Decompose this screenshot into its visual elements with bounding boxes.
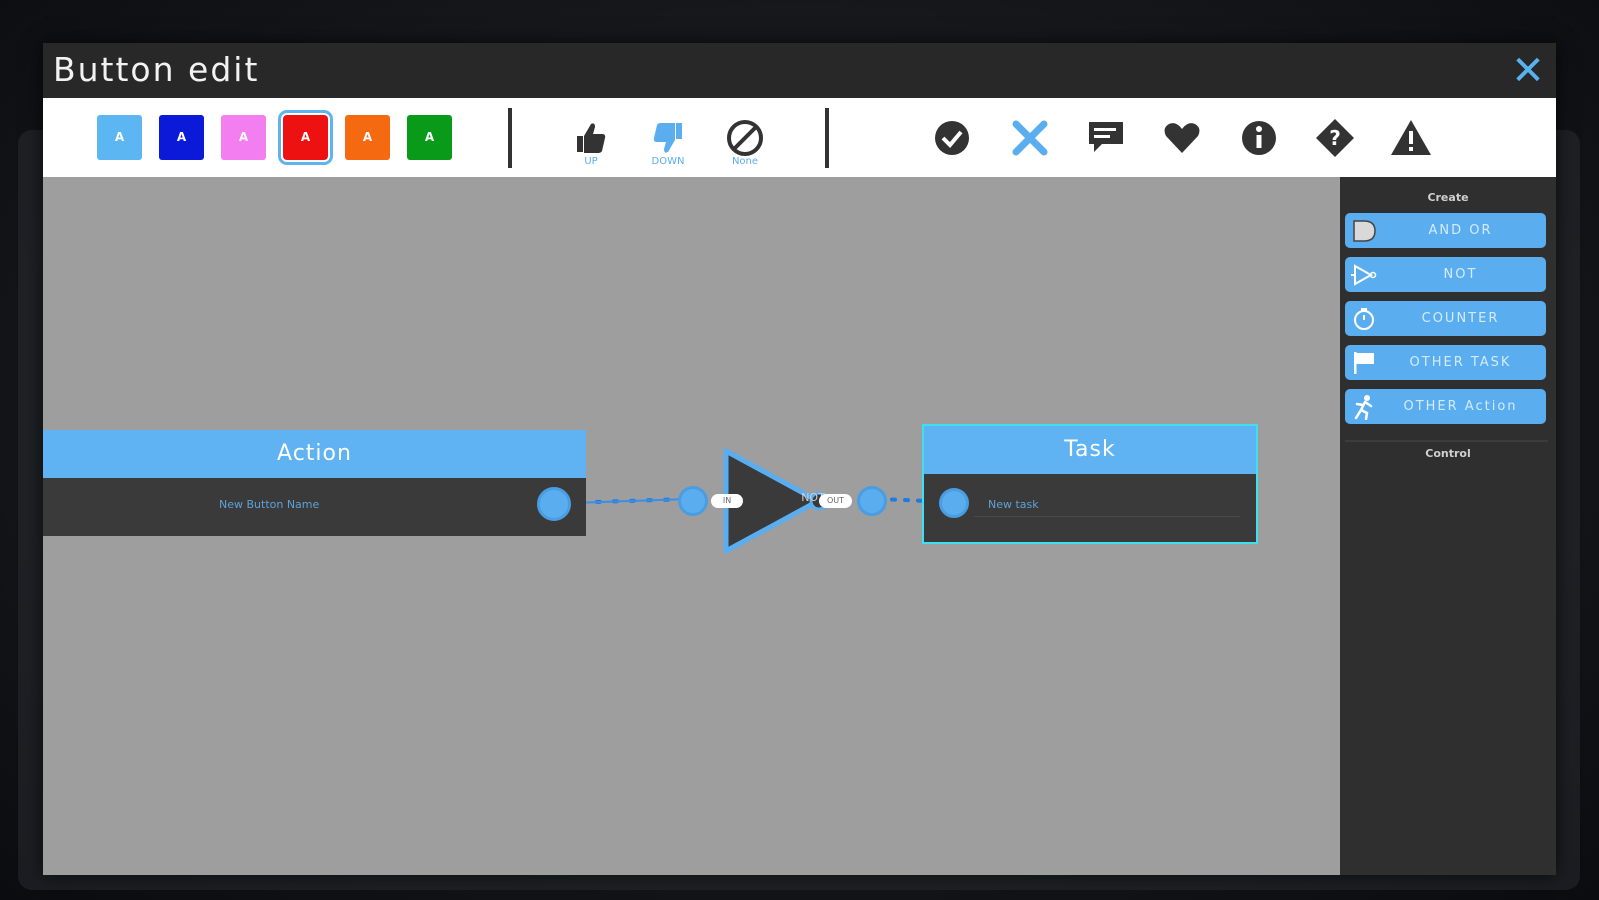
and-or-label: AND OR <box>1428 223 1493 238</box>
thumbs-up-icon <box>577 123 606 153</box>
svg-text:?: ? <box>1329 126 1341 150</box>
create-sidebar: Create AND OR NOT COUNTER OTHER TASK OTH… <box>1340 177 1556 875</box>
not-out-pin-label: OUT <box>819 494 852 508</box>
thumbs-up-button[interactable] <box>569 116 613 160</box>
task-input-port[interactable] <box>939 488 969 518</box>
task-node-field[interactable]: New task <box>988 498 1039 511</box>
color-swatch-blue[interactable]: A <box>159 115 204 160</box>
warning-icon <box>1391 120 1431 155</box>
node-canvas[interactable]: Action New Button Name NOT IN OUT Task N… <box>43 177 1340 875</box>
thumbs-up-caption: UP <box>584 156 598 167</box>
none-icon <box>727 120 763 156</box>
create-and-or-button[interactable]: AND OR <box>1345 213 1546 248</box>
thumbs-down-icon <box>653 123 682 153</box>
control-heading: Control <box>1425 447 1471 460</box>
not-label: NOT <box>1443 267 1478 282</box>
task-node[interactable]: Task New task <box>924 426 1256 542</box>
heart-button[interactable] <box>1160 116 1204 160</box>
toolbar-separator <box>825 108 829 168</box>
running-figure-icon <box>1354 395 1373 420</box>
create-heading: Create <box>1427 191 1469 204</box>
thumbs-down-caption: DOWN <box>651 156 685 167</box>
warning-button[interactable] <box>1389 116 1433 160</box>
action-output-port[interactable] <box>537 487 571 521</box>
question-button[interactable]: ? <box>1313 116 1357 160</box>
task-node-title: Task <box>924 426 1256 474</box>
task-field-underline <box>974 516 1240 517</box>
create-not-button[interactable]: NOT <box>1345 257 1546 292</box>
close-button[interactable]: ✕ <box>1508 51 1548 91</box>
comment-button[interactable] <box>1084 116 1128 160</box>
info-icon <box>1242 121 1276 155</box>
create-other-task-button[interactable]: OTHER TASK <box>1345 345 1546 380</box>
and-or-gate-icon <box>1353 220 1376 242</box>
timer-icon <box>1354 308 1374 330</box>
dialog-title: Button edit <box>53 50 260 89</box>
other-action-label: OTHER Action <box>1403 399 1518 414</box>
not-input-port[interactable] <box>678 486 708 516</box>
none-button[interactable] <box>723 116 767 160</box>
action-node[interactable]: Action New Button Name <box>43 430 586 538</box>
check-icon <box>935 121 969 155</box>
color-swatch-green[interactable]: A <box>407 115 452 160</box>
close-icon: ✕ <box>1511 48 1545 94</box>
task-node-body: New task <box>924 474 1256 542</box>
not-in-pin-label: IN <box>711 494 743 508</box>
create-other-action-button[interactable]: OTHER Action <box>1345 389 1546 424</box>
color-swatch-red[interactable]: A <box>278 110 333 165</box>
titlebar: Button edit ✕ <box>43 43 1556 98</box>
question-icon: ? <box>1316 119 1354 157</box>
heart-icon <box>1164 123 1200 153</box>
action-node-body: New Button Name <box>43 478 586 536</box>
action-node-title: Action <box>43 430 586 478</box>
toolbar-separator <box>508 108 512 168</box>
color-swatch-pink[interactable]: A <box>221 115 266 160</box>
button-edit-dialog: Button edit ✕ A A A A A A UP DOWN None ?… <box>43 43 1556 875</box>
x-icon <box>1012 120 1048 156</box>
flag-icon <box>1354 352 1374 374</box>
color-swatch-light-blue[interactable]: A <box>97 115 142 160</box>
color-swatch-orange[interactable]: A <box>345 115 390 160</box>
comment-icon <box>1089 122 1123 152</box>
thumbs-down-button[interactable] <box>646 116 690 160</box>
sidebar-divider <box>1345 440 1548 442</box>
create-counter-button[interactable]: COUNTER <box>1345 301 1546 336</box>
not-gate-icon <box>1351 264 1377 286</box>
check-button[interactable] <box>930 116 974 160</box>
info-button[interactable] <box>1237 116 1281 160</box>
none-caption: None <box>731 156 759 167</box>
x-button[interactable] <box>1008 116 1052 160</box>
counter-label: COUNTER <box>1421 311 1500 326</box>
toolbar: A A A A A A UP DOWN None ? <box>43 98 1556 177</box>
action-node-field[interactable]: New Button Name <box>219 498 319 511</box>
other-task-label: OTHER TASK <box>1409 355 1512 370</box>
not-output-port[interactable] <box>857 486 887 516</box>
